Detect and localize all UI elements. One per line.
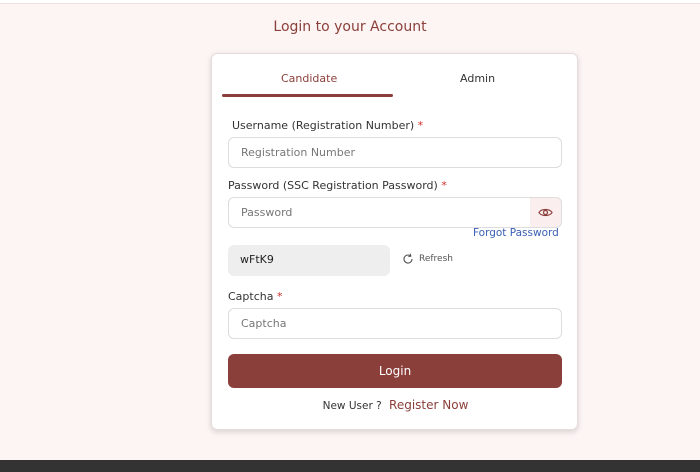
required-mark: *: [417, 119, 424, 132]
forgot-password-link[interactable]: Forgot Password: [473, 227, 559, 239]
eye-icon: [538, 208, 553, 217]
captcha-label-text: Captcha: [228, 290, 274, 303]
captcha-input[interactable]: [228, 308, 562, 339]
footer-bar: [0, 460, 700, 472]
register-prompt: New User ?: [322, 400, 382, 412]
username-input[interactable]: [228, 137, 562, 168]
active-tab-indicator: [222, 94, 393, 97]
required-mark: *: [276, 290, 283, 303]
register-row: New User ? Register Now: [212, 398, 579, 412]
login-card: Candidate Admin Username (Registration N…: [211, 53, 578, 430]
password-label: Password (SSC Registration Password) *: [228, 179, 447, 192]
tab-candidate[interactable]: Candidate: [281, 72, 337, 85]
page-title: Login to your Account: [273, 19, 427, 35]
register-now-link[interactable]: Register Now: [389, 398, 468, 412]
top-strip: [0, 0, 700, 4]
login-button[interactable]: Login: [228, 354, 562, 388]
tab-admin[interactable]: Admin: [460, 72, 495, 85]
username-label-text: Username (Registration Number): [232, 119, 415, 132]
refresh-label: Refresh: [419, 254, 453, 264]
password-toggle-button[interactable]: [530, 197, 562, 228]
refresh-icon: [403, 253, 413, 264]
required-mark: *: [441, 179, 447, 192]
password-label-text: Password (SSC Registration Password): [228, 179, 438, 192]
password-input[interactable]: [228, 197, 531, 228]
captcha-code: wFtK9: [228, 245, 390, 276]
refresh-captcha-button[interactable]: Refresh: [402, 253, 453, 265]
username-label: Username (Registration Number) *: [232, 119, 423, 132]
captcha-label: Captcha *: [228, 290, 282, 303]
